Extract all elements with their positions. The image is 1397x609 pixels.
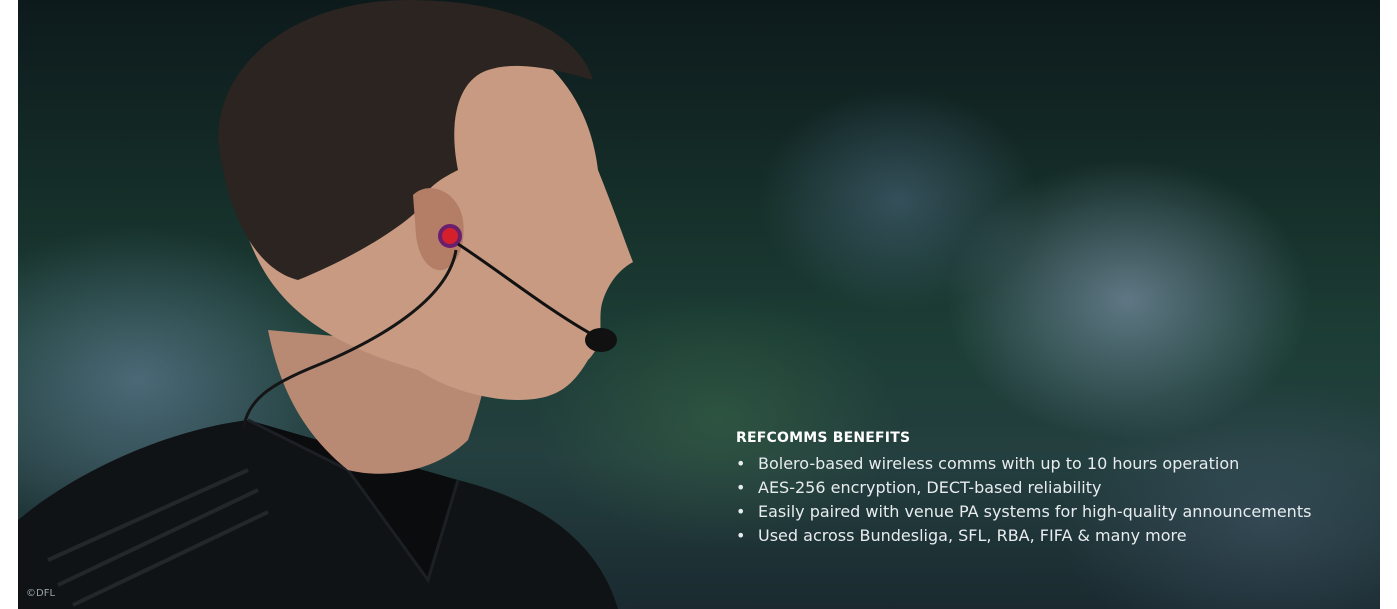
benefit-text: Bolero-based wireless comms with up to 1… <box>758 454 1240 473</box>
benefit-text: Used across Bundesliga, SFL, RBA, FIFA &… <box>758 526 1187 545</box>
benefits-list: • Bolero-based wireless comms with up to … <box>736 452 1376 548</box>
benefits-title: REFCOMMS BENEFITS <box>736 430 911 446</box>
bullet-icon: • <box>736 454 746 473</box>
list-item: • Easily paired with venue PA systems for… <box>736 500 1376 524</box>
list-item: • AES-256 encryption, DECT-based reliabil… <box>736 476 1376 500</box>
bullet-icon: • <box>736 502 746 521</box>
bullet-icon: • <box>736 478 746 497</box>
hero-photo: REFCOMMS BENEFITS • Bolero-based wireless… <box>18 0 1380 609</box>
benefit-text: AES-256 encryption, DECT-based reliabili… <box>758 478 1102 497</box>
page: REFCOMMS BENEFITS • Bolero-based wireless… <box>0 0 1397 609</box>
list-item: • Bolero-based wireless comms with up to … <box>736 452 1376 476</box>
benefit-text: Easily paired with venue PA systems for … <box>758 502 1312 521</box>
bullet-icon: • <box>736 526 746 545</box>
photo-credit: ©DFL <box>26 588 56 599</box>
benefits-panel: REFCOMMS BENEFITS • Bolero-based wireless… <box>736 430 1376 548</box>
list-item: • Used across Bundesliga, SFL, RBA, FIFA … <box>736 524 1376 548</box>
